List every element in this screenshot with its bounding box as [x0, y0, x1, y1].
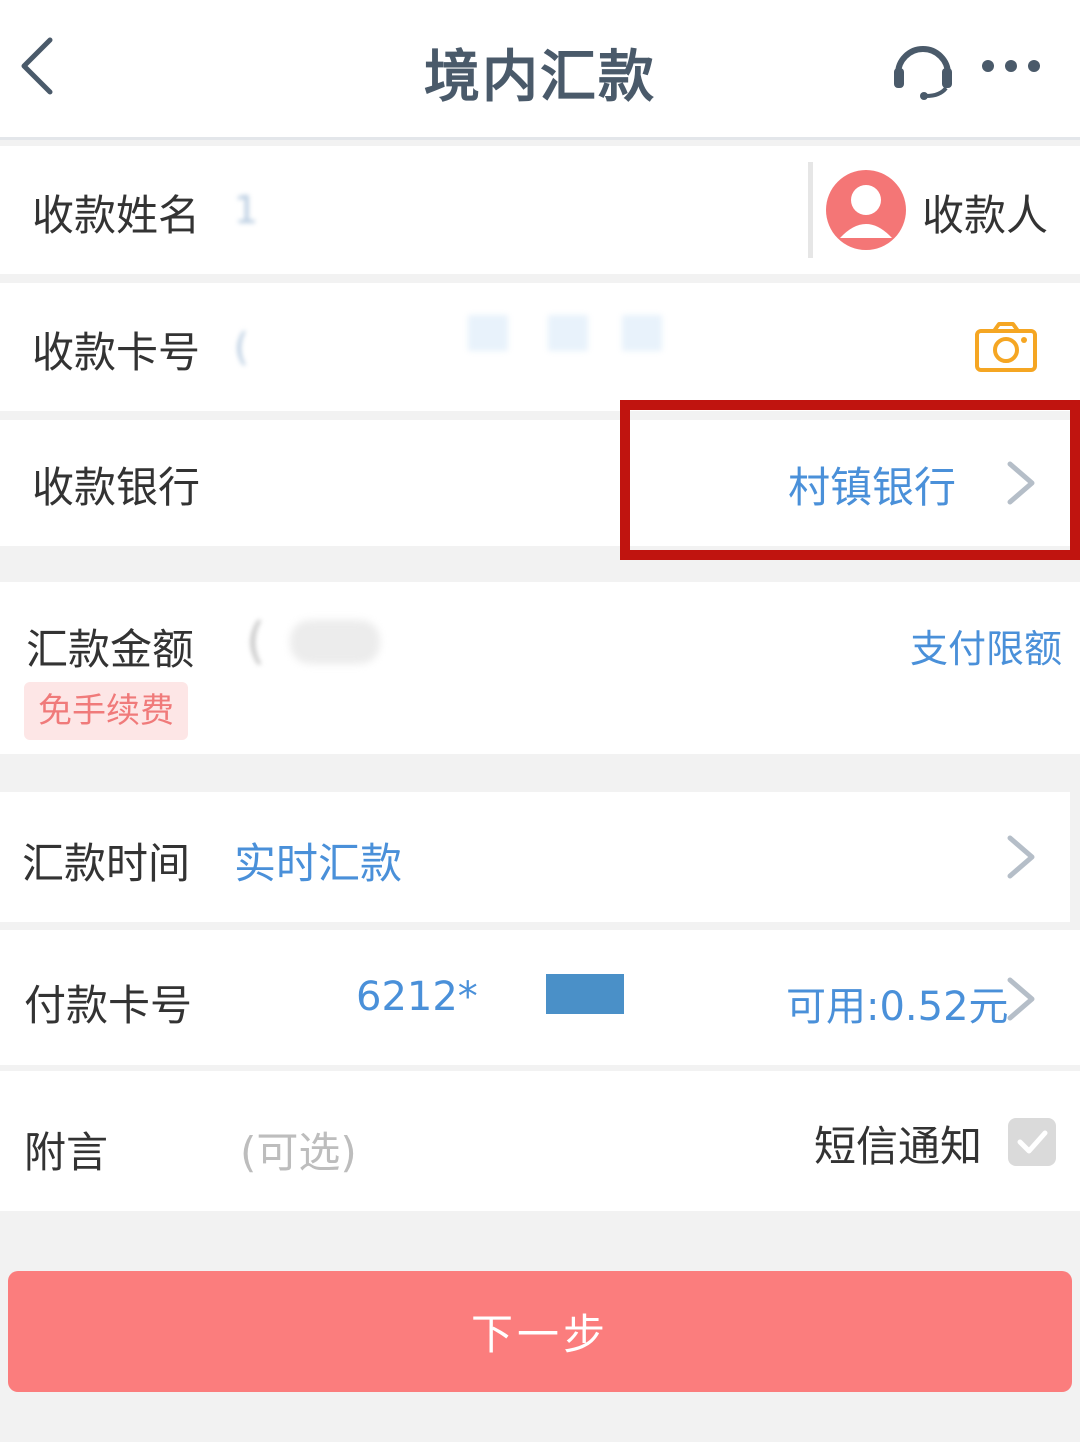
transfer-time-label: 汇款时间: [22, 839, 191, 888]
payment-limit-link[interactable]: 支付限额: [910, 618, 1062, 673]
payee-bank-label: 收款银行: [32, 463, 201, 512]
transfer-time-row[interactable]: 汇款时间 实时汇款: [0, 792, 1070, 922]
chevron-right-icon: [1007, 835, 1035, 879]
pay-card-row[interactable]: 付款卡号 6212* 可用:0.52元: [0, 930, 1080, 1065]
customer-service-icon[interactable]: [888, 38, 958, 100]
payee-contact-button[interactable]: 收款人: [922, 182, 1048, 243]
fee-free-badge: 免手续费: [24, 682, 188, 740]
memo-label: 附言: [24, 1128, 109, 1177]
pay-card-label: 付款卡号: [24, 981, 193, 1030]
payee-card-label: 收款卡号: [32, 328, 201, 377]
memo-input[interactable]: (可选): [240, 1119, 357, 1180]
payee-name-value[interactable]: 1: [234, 188, 258, 232]
masked-digits: [548, 315, 588, 351]
highlight-box: [620, 400, 1080, 560]
payee-card-row[interactable]: 收款卡号 (: [0, 283, 1080, 411]
amount-blur: [290, 620, 380, 664]
masked-digits: [622, 315, 662, 351]
pay-card-value[interactable]: 6212*: [356, 974, 478, 1020]
more-icon[interactable]: [978, 48, 1044, 84]
payee-card-value[interactable]: (: [234, 325, 249, 369]
camera-icon[interactable]: [974, 321, 1038, 373]
check-icon: [1017, 1130, 1048, 1154]
chevron-right-icon: [1007, 977, 1035, 1021]
payee-name-row[interactable]: 收款姓名 1 收款人: [0, 146, 1080, 274]
available-balance: 可用:0.52元: [786, 984, 1009, 1030]
payee-name-label: 收款姓名: [32, 191, 201, 240]
amount-value[interactable]: (: [246, 612, 266, 670]
masked-digits: [468, 315, 508, 351]
amount-label: 汇款金额: [26, 625, 195, 674]
sms-notify-label: 短信通知: [814, 1122, 983, 1171]
nav-header: 境内汇款: [0, 0, 1080, 140]
next-step-button[interactable]: 下一步: [8, 1271, 1072, 1392]
masked-card-block: [546, 974, 624, 1014]
avatar-icon[interactable]: [826, 170, 906, 250]
transfer-time-value[interactable]: 实时汇款: [234, 830, 402, 891]
sms-notify-checkbox[interactable]: [1008, 1118, 1056, 1166]
memo-row[interactable]: 附言 (可选) 短信通知: [0, 1071, 1080, 1211]
divider: [808, 162, 813, 258]
